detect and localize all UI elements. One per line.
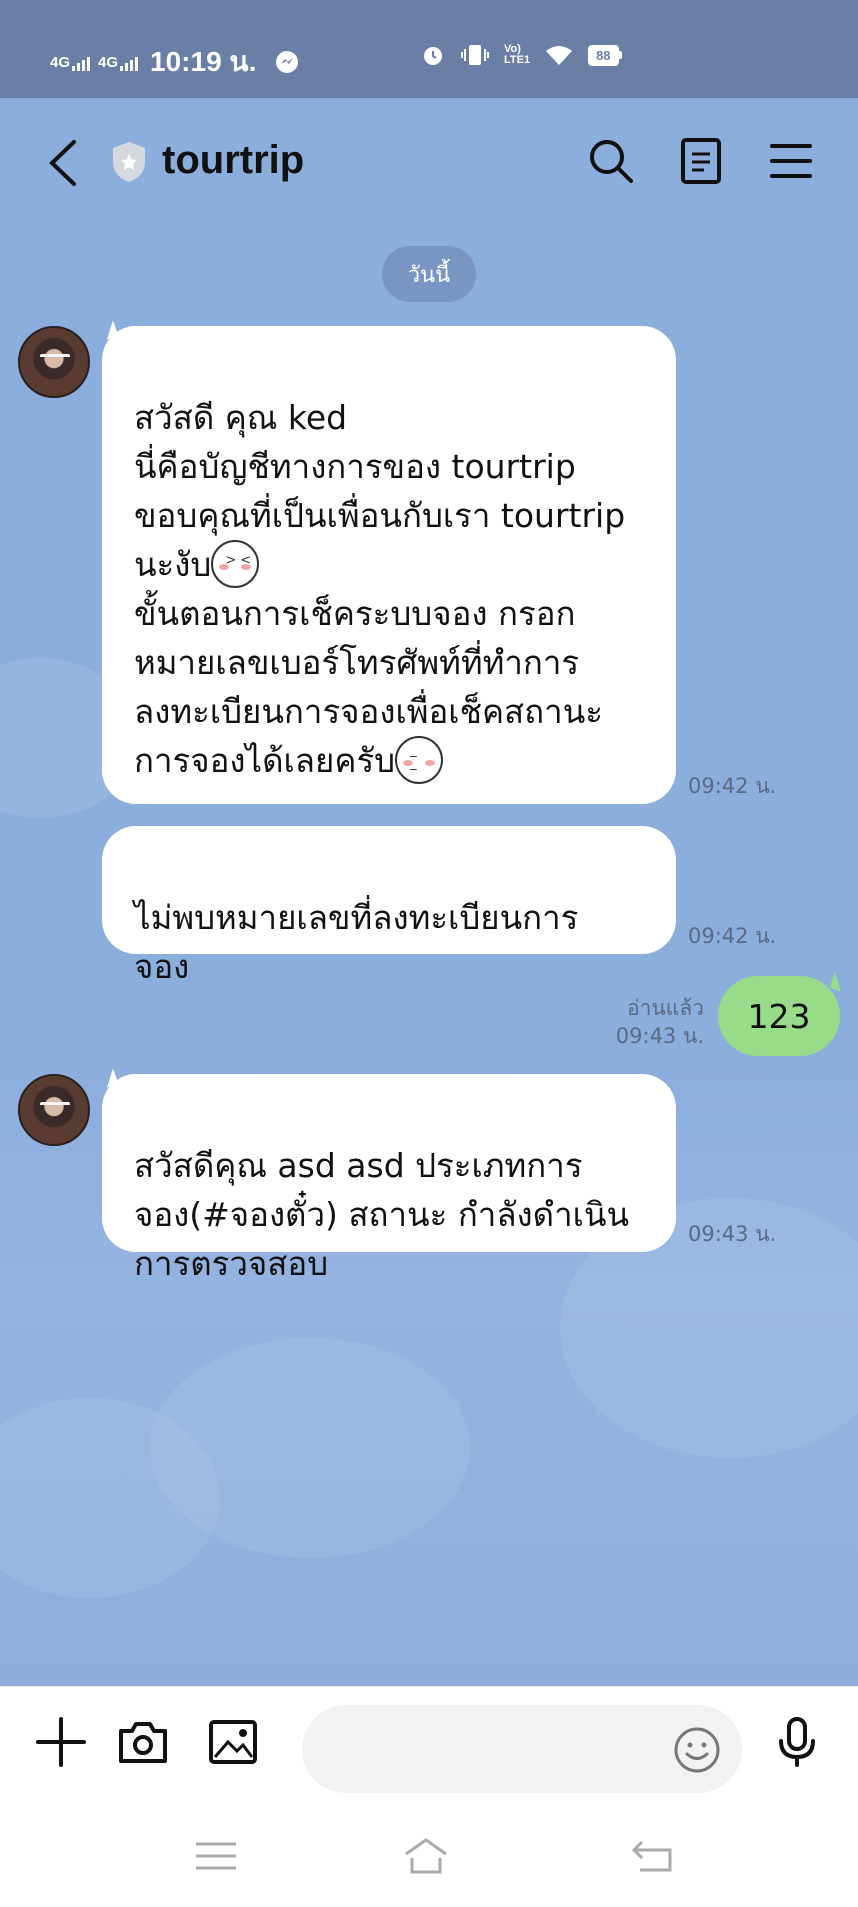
message-input-bar [0, 1686, 858, 1808]
wifi-icon [546, 46, 573, 65]
camera-icon[interactable] [116, 1715, 170, 1769]
message-time: 09:43 น. [688, 1222, 777, 1246]
alarm-icon [424, 47, 442, 65]
system-navigation-bar [0, 1808, 858, 1907]
plus-icon[interactable] [34, 1715, 88, 1769]
menu-icon[interactable] [766, 136, 816, 186]
recent-apps-icon[interactable] [192, 1834, 240, 1878]
message-bubble[interactable]: ไม่พบหมายเลขที่ลงทะเบียนการ จอง [102, 826, 676, 986]
message-time: 09:42 น. [688, 774, 777, 798]
emoji-icon[interactable] [672, 1725, 722, 1775]
battery-icon: 88 [588, 44, 622, 66]
chat-header: tourtrip [0, 98, 858, 228]
official-account-shield-icon [113, 142, 145, 182]
outgoing-message-text: 123 [747, 996, 811, 1036]
chat-title: tourtrip [162, 138, 305, 182]
message-bubble[interactable]: สวัสดี คุณ ked นี่คือบัญชีทางการของ tour… [102, 326, 676, 804]
signal-1-icon: 4G [50, 54, 91, 71]
message-bubble[interactable]: สวัสดีคุณ asd asd ประเภทการ จอง(#จองตั๋ว… [102, 1074, 676, 1283]
search-icon[interactable] [586, 136, 636, 186]
home-icon[interactable] [402, 1834, 450, 1878]
date-divider: วันนี้ [382, 246, 476, 302]
volte-icon: Vo) LTE1 [504, 43, 531, 66]
message-text: สวัสดี คุณ ked นี่คือบัญชีทางการของ tour… [134, 398, 626, 584]
sender-avatar[interactable] [18, 1074, 90, 1146]
laughing-emoji-icon: >< [211, 540, 260, 588]
signal-2-icon: 4G [98, 54, 139, 71]
whistling-emoji-icon: ‒ ‒ [395, 736, 444, 784]
system-back-icon[interactable] [630, 1834, 678, 1878]
sender-avatar[interactable] [18, 326, 90, 398]
message-time: 09:42 น. [688, 924, 777, 948]
microphone-icon[interactable] [770, 1715, 824, 1769]
vibrate-icon [461, 45, 489, 65]
message-text: ขั้นตอนการเช็คระบบจอง กรอก หมายเลขเบอร์โ… [134, 594, 603, 780]
outgoing-time: 09:43 น. [615, 1024, 704, 1048]
image-icon[interactable] [206, 1715, 260, 1769]
messenger-icon [276, 51, 299, 73]
status-time: 10:19 น. [150, 46, 257, 77]
back-arrow-icon[interactable] [44, 138, 84, 188]
notes-icon[interactable] [676, 136, 726, 186]
status-bar: 4G 4G 10:19 น. Vo) LTE1 88 [0, 0, 858, 98]
outgoing-message-bubble[interactable]: 123 [718, 976, 840, 1056]
